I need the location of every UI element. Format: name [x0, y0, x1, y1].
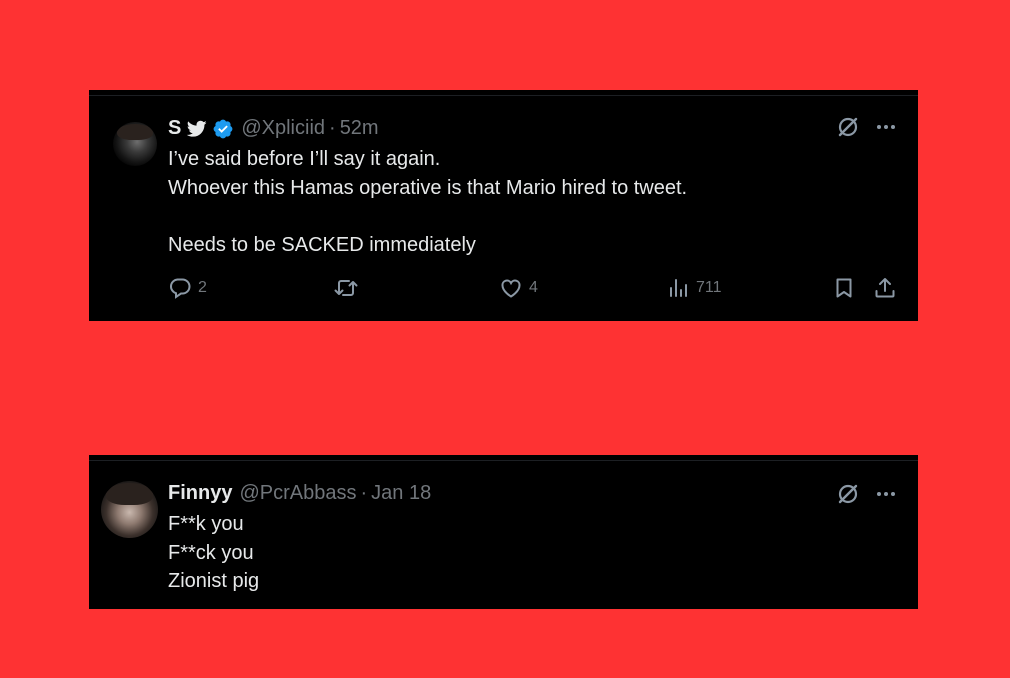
tweet-header: S @Xpliciid · 52m	[168, 117, 379, 140]
share-icon	[875, 278, 895, 298]
retweet-icon	[334, 280, 358, 296]
retweet-button[interactable]	[333, 276, 359, 300]
grok-icon[interactable]	[836, 115, 860, 139]
tweet-actions: 2 4 711	[168, 276, 898, 304]
like-icon	[501, 279, 521, 298]
view-count: 711	[696, 279, 722, 296]
card-divider	[89, 95, 918, 96]
bookmark-button[interactable]	[832, 276, 856, 300]
tweet-top-icons	[836, 115, 898, 139]
card-divider	[89, 460, 918, 461]
views-button[interactable]: 711	[666, 276, 722, 300]
more-icon[interactable]	[874, 115, 898, 139]
avatar[interactable]	[101, 481, 158, 538]
separator-dot: ·	[360, 482, 368, 504]
tweet-top-icons	[836, 482, 898, 506]
tweet-text: F**k you F**ck you Zionist pig	[168, 513, 260, 592]
timestamp[interactable]: Jan 18	[371, 482, 431, 505]
tweet-card[interactable]: Finnyy @PcrAbbass · Jan 18 F**k you F**c…	[89, 455, 918, 609]
reply-icon	[169, 278, 191, 299]
views-icon	[670, 279, 687, 297]
like-button[interactable]: 4	[499, 276, 538, 300]
bookmark-icon	[836, 278, 852, 298]
timestamp[interactable]: 52m	[340, 117, 379, 140]
tweet-card[interactable]: S @Xpliciid · 52m I’ve said before I’ll …	[89, 90, 918, 321]
grok-icon[interactable]	[836, 482, 860, 506]
user-handle[interactable]: @PcrAbbass	[239, 482, 356, 505]
twitter-bird-icon	[187, 120, 208, 137]
tweet-text: I’ve said before I’ll say it again. Whoe…	[168, 148, 688, 256]
avatar[interactable]	[113, 122, 157, 166]
separator-dot: ·	[329, 117, 336, 139]
tweet-header: Finnyy @PcrAbbass · Jan 18	[168, 482, 431, 505]
verified-badge-icon	[213, 119, 233, 138]
reply-count: 2	[198, 279, 207, 296]
display-name[interactable]: S	[168, 117, 181, 140]
share-button[interactable]	[873, 276, 897, 300]
like-count: 4	[529, 279, 538, 296]
reply-button[interactable]: 2	[168, 276, 207, 300]
display-name[interactable]: Finnyy	[168, 482, 232, 505]
user-handle[interactable]: @Xpliciid	[241, 117, 325, 140]
more-icon[interactable]	[874, 482, 898, 506]
